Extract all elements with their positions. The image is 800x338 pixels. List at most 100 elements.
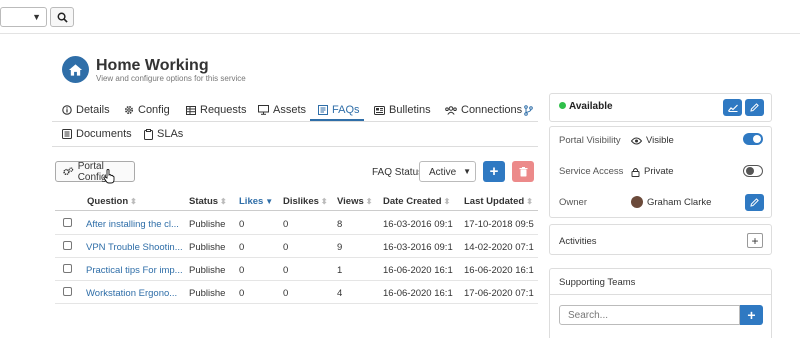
column-dislikes[interactable]: Dislikes ⬍ xyxy=(283,196,328,207)
supporting-teams-title: Supporting Teams xyxy=(559,277,636,288)
owner-value: Graham Clarke xyxy=(631,196,711,208)
tab-assets[interactable]: Assets xyxy=(258,100,306,120)
faq-views: 9 xyxy=(337,242,343,253)
portal-config-button[interactable]: Portal Config xyxy=(55,161,135,183)
faq-created: 16-03-2016 09:1 xyxy=(383,219,453,230)
column-last-updated[interactable]: Last Updated ⬍ xyxy=(464,196,533,207)
users-icon xyxy=(445,105,457,115)
service-access-toggle[interactable] xyxy=(743,165,763,177)
faq-likes: 0 xyxy=(239,288,245,299)
faq-updated: 17-06-2020 07:1 xyxy=(464,288,534,299)
faq-question-link[interactable]: VPN Trouble Shootin... xyxy=(86,242,183,253)
tab-requests[interactable]: Requests xyxy=(186,100,246,120)
top-search-button[interactable] xyxy=(50,7,74,27)
page-title: Home Working xyxy=(96,57,209,74)
delete-faq-button[interactable] xyxy=(512,161,534,182)
portal-visibility-value: Visible xyxy=(631,135,674,146)
tab-bulletins[interactable]: Bulletins xyxy=(374,100,431,120)
faq-dislikes: 0 xyxy=(283,242,289,253)
portal-visibility-toggle[interactable] xyxy=(743,133,763,145)
activities-title: Activities xyxy=(559,236,597,247)
home-icon xyxy=(62,56,89,83)
chevron-down-icon: ▼ xyxy=(32,12,41,22)
table-row: After installing the cl... Publishe 0 0 … xyxy=(55,212,538,235)
faq-created: 16-06-2020 16:1 xyxy=(383,288,453,299)
top-bar xyxy=(0,0,800,34)
access-text: Private xyxy=(644,166,674,177)
faq-question-link[interactable]: Practical tips For imp... xyxy=(86,265,183,276)
column-likes[interactable]: Likes ▼ xyxy=(239,196,273,207)
column-status[interactable]: Status ⬍ xyxy=(189,196,227,207)
tab-slas[interactable]: SLAs xyxy=(144,124,183,144)
hand-cursor-icon xyxy=(103,169,115,184)
row-checkbox[interactable] xyxy=(63,287,72,296)
team-search-input[interactable]: Search... xyxy=(559,305,740,325)
header-label: Likes xyxy=(239,196,264,207)
faq-status: Publishe xyxy=(189,288,226,299)
tab-label: Connections xyxy=(461,104,523,116)
add-team-button[interactable]: + xyxy=(740,305,763,325)
faq-icon xyxy=(318,105,328,115)
sort-desc-icon: ▼ xyxy=(265,197,274,206)
top-scope-select[interactable]: ▼ xyxy=(0,7,47,27)
sort-icon: ⬍ xyxy=(220,197,227,206)
tab-label: Details xyxy=(76,104,110,116)
faq-created: 16-06-2020 16:1 xyxy=(383,265,453,276)
faq-dislikes: 0 xyxy=(283,288,289,299)
faq-likes: 0 xyxy=(239,242,245,253)
row-checkbox[interactable] xyxy=(63,264,72,273)
edit-owner-button[interactable] xyxy=(745,194,764,211)
tab-label: Assets xyxy=(273,104,307,116)
plus-icon: + xyxy=(747,307,756,323)
tab-label: Requests xyxy=(200,104,247,116)
newspaper-icon xyxy=(374,105,385,115)
column-views[interactable]: Views ⬍ xyxy=(337,196,372,207)
tab-details[interactable]: Details xyxy=(62,100,110,120)
faq-likes: 0 xyxy=(239,219,245,230)
add-faq-button[interactable]: + xyxy=(483,161,505,182)
sort-icon: ⬍ xyxy=(130,197,137,206)
faq-status: Publishe xyxy=(189,242,226,253)
faq-question-link[interactable]: Workstation Ergono... xyxy=(86,288,177,299)
row-checkbox[interactable] xyxy=(63,218,72,227)
visibility-text: Visible xyxy=(646,135,674,146)
document-icon xyxy=(62,129,72,139)
faq-status: Publishe xyxy=(189,265,226,276)
header-label: Dislikes xyxy=(283,196,319,207)
tab-config[interactable]: Config xyxy=(124,100,170,120)
branch-icon xyxy=(524,104,533,116)
add-activity-button[interactable]: + xyxy=(747,233,763,248)
tabs-divider xyxy=(52,121,538,122)
faq-status-value: Active xyxy=(429,167,457,178)
faq-status-select[interactable]: Active ▼ xyxy=(419,161,476,182)
faq-dislikes: 0 xyxy=(283,265,289,276)
faq-status: Publishe xyxy=(189,219,226,230)
analytics-button[interactable] xyxy=(723,99,742,116)
table-icon xyxy=(186,105,196,115)
tab-documents[interactable]: Documents xyxy=(62,124,132,144)
owner-name: Graham Clarke xyxy=(647,196,712,208)
tab-label: FAQs xyxy=(332,104,360,116)
faq-question-link[interactable]: After installing the cl... xyxy=(86,219,179,230)
column-date-created[interactable]: Date Created ⬍ xyxy=(383,196,450,207)
sort-icon: ⬍ xyxy=(320,197,328,206)
eye-icon xyxy=(631,137,642,144)
edit-status-button[interactable] xyxy=(745,99,764,116)
search-icon xyxy=(57,12,68,23)
tab-more-branch[interactable] xyxy=(524,100,533,120)
faq-created: 16-03-2016 09:1 xyxy=(383,242,453,253)
tab-connections[interactable]: Connections xyxy=(445,100,522,120)
avatar xyxy=(631,196,643,208)
faq-likes: 0 xyxy=(239,265,245,276)
faq-views: 4 xyxy=(337,288,343,299)
row-checkbox[interactable] xyxy=(63,241,72,250)
tab-label: Documents xyxy=(76,128,132,140)
header-label: Status xyxy=(189,196,219,207)
column-question[interactable]: Question ⬍ xyxy=(87,196,137,207)
header-label: Question xyxy=(87,196,129,207)
tab-faqs[interactable]: FAQs xyxy=(318,100,360,120)
tab-label: SLAs xyxy=(157,128,184,140)
clipboard-icon xyxy=(144,128,153,140)
availability-status: Available xyxy=(569,101,613,112)
info-circle-icon xyxy=(62,105,72,115)
